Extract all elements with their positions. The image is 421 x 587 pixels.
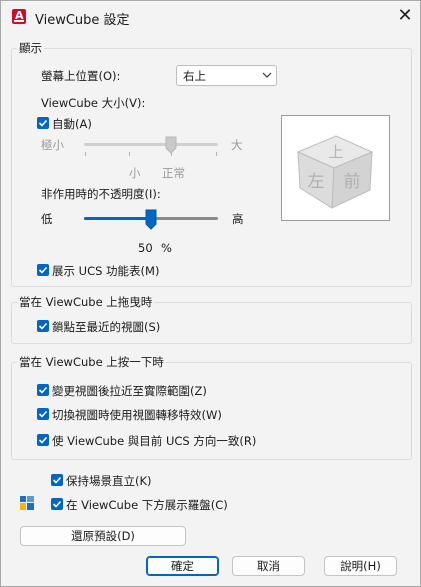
chevron-down-icon [262, 72, 272, 78]
orient-to-ucs-checkbox[interactable] [37, 434, 49, 446]
close-icon[interactable]: ✕ [394, 5, 416, 27]
snap-closest-view-label: 鎖點至最近的視圖(S) [52, 320, 161, 334]
size-tick-small-label: 小 [129, 166, 141, 180]
compass-icon [20, 496, 34, 510]
opacity-value: 50 [138, 241, 153, 255]
size-max-label: 大 [231, 138, 243, 152]
checkmark-icon [52, 500, 62, 508]
cube-top-face-label: 上 [328, 143, 343, 161]
drag-group-label: 當在 ViewCube 上拖曳時 [17, 294, 155, 310]
checkmark-icon [38, 119, 48, 127]
view-transition-checkbox[interactable] [37, 408, 49, 420]
show-ucs-menu-label: 展示 UCS 功能表(M) [52, 264, 160, 278]
view-transition-label: 切換視圖時使用視圖轉移特效(W) [52, 408, 222, 422]
opacity-high-label: 高 [232, 212, 244, 226]
display-group-label: 顯示 [17, 40, 44, 56]
size-tick [129, 152, 130, 156]
screen-position-value: 右上 [183, 69, 206, 83]
show-compass-checkbox[interactable] [51, 498, 63, 510]
checkmark-icon [38, 410, 48, 418]
checkmark-icon [38, 436, 48, 444]
checkmark-icon [52, 476, 62, 484]
size-tick [85, 152, 86, 156]
viewcube-settings-dialog: A ViewCube 設定 ✕ 顯示 螢幕上位置(O): 右上 ViewCube… [0, 0, 421, 587]
viewcube-size-label: ViewCube 大小(V): [41, 96, 146, 110]
dialog-title: ViewCube 設定 [35, 13, 130, 28]
size-tick-normal-label: 正常 [162, 166, 185, 180]
zoom-extents-label: 變更視圖後拉近至實際範圍(Z) [52, 384, 207, 398]
size-slider-track[interactable] [84, 143, 218, 146]
auto-size-label: 自動(A) [52, 117, 92, 131]
autocad-app-icon: A [12, 9, 26, 24]
show-ucs-menu-checkbox[interactable] [37, 264, 49, 276]
checkmark-icon [38, 322, 48, 330]
opacity-slider-thumb[interactable] [145, 209, 157, 230]
opacity-low-label: 低 [41, 212, 53, 226]
cube-front-face-label: 前 [344, 172, 361, 192]
screen-position-select[interactable]: 右上 [176, 65, 277, 86]
size-tick [216, 152, 217, 156]
restore-defaults-button[interactable]: 還原預設(D) [20, 526, 186, 546]
viewcube-preview: 上 左 前 [281, 115, 390, 221]
cancel-button[interactable]: 取消 [232, 556, 305, 576]
keep-upright-checkbox[interactable] [51, 474, 63, 486]
auto-size-checkbox[interactable] [37, 117, 49, 129]
opacity-slider-fill [84, 217, 150, 220]
cube-left-face-label: 左 [308, 172, 325, 192]
snap-closest-view-checkbox[interactable] [37, 320, 49, 332]
orient-to-ucs-label: 使 ViewCube 與目前 UCS 方向一致(R) [52, 434, 257, 448]
checkmark-icon [38, 266, 48, 274]
click-group-label: 當在 ViewCube 上按一下時 [17, 354, 166, 370]
ok-button[interactable]: 確定 [146, 556, 219, 576]
keep-upright-label: 保持場景直立(K) [66, 474, 152, 488]
checkmark-icon [38, 386, 48, 394]
title-bar: A ViewCube 設定 ✕ [1, 1, 420, 33]
viewcube-cube-icon: 上 左 前 [296, 135, 374, 209]
show-compass-label: 在 ViewCube 下方展示羅盤(C) [66, 498, 228, 512]
zoom-extents-checkbox[interactable] [37, 384, 49, 396]
screen-position-label: 螢幕上位置(O): [41, 69, 121, 83]
size-min-label: 極小 [41, 138, 64, 152]
help-button[interactable]: 說明(H) [324, 556, 397, 576]
opacity-label: 非作用時的不透明度(I): [41, 187, 161, 201]
opacity-unit: % [161, 241, 172, 255]
size-tick [171, 152, 172, 156]
